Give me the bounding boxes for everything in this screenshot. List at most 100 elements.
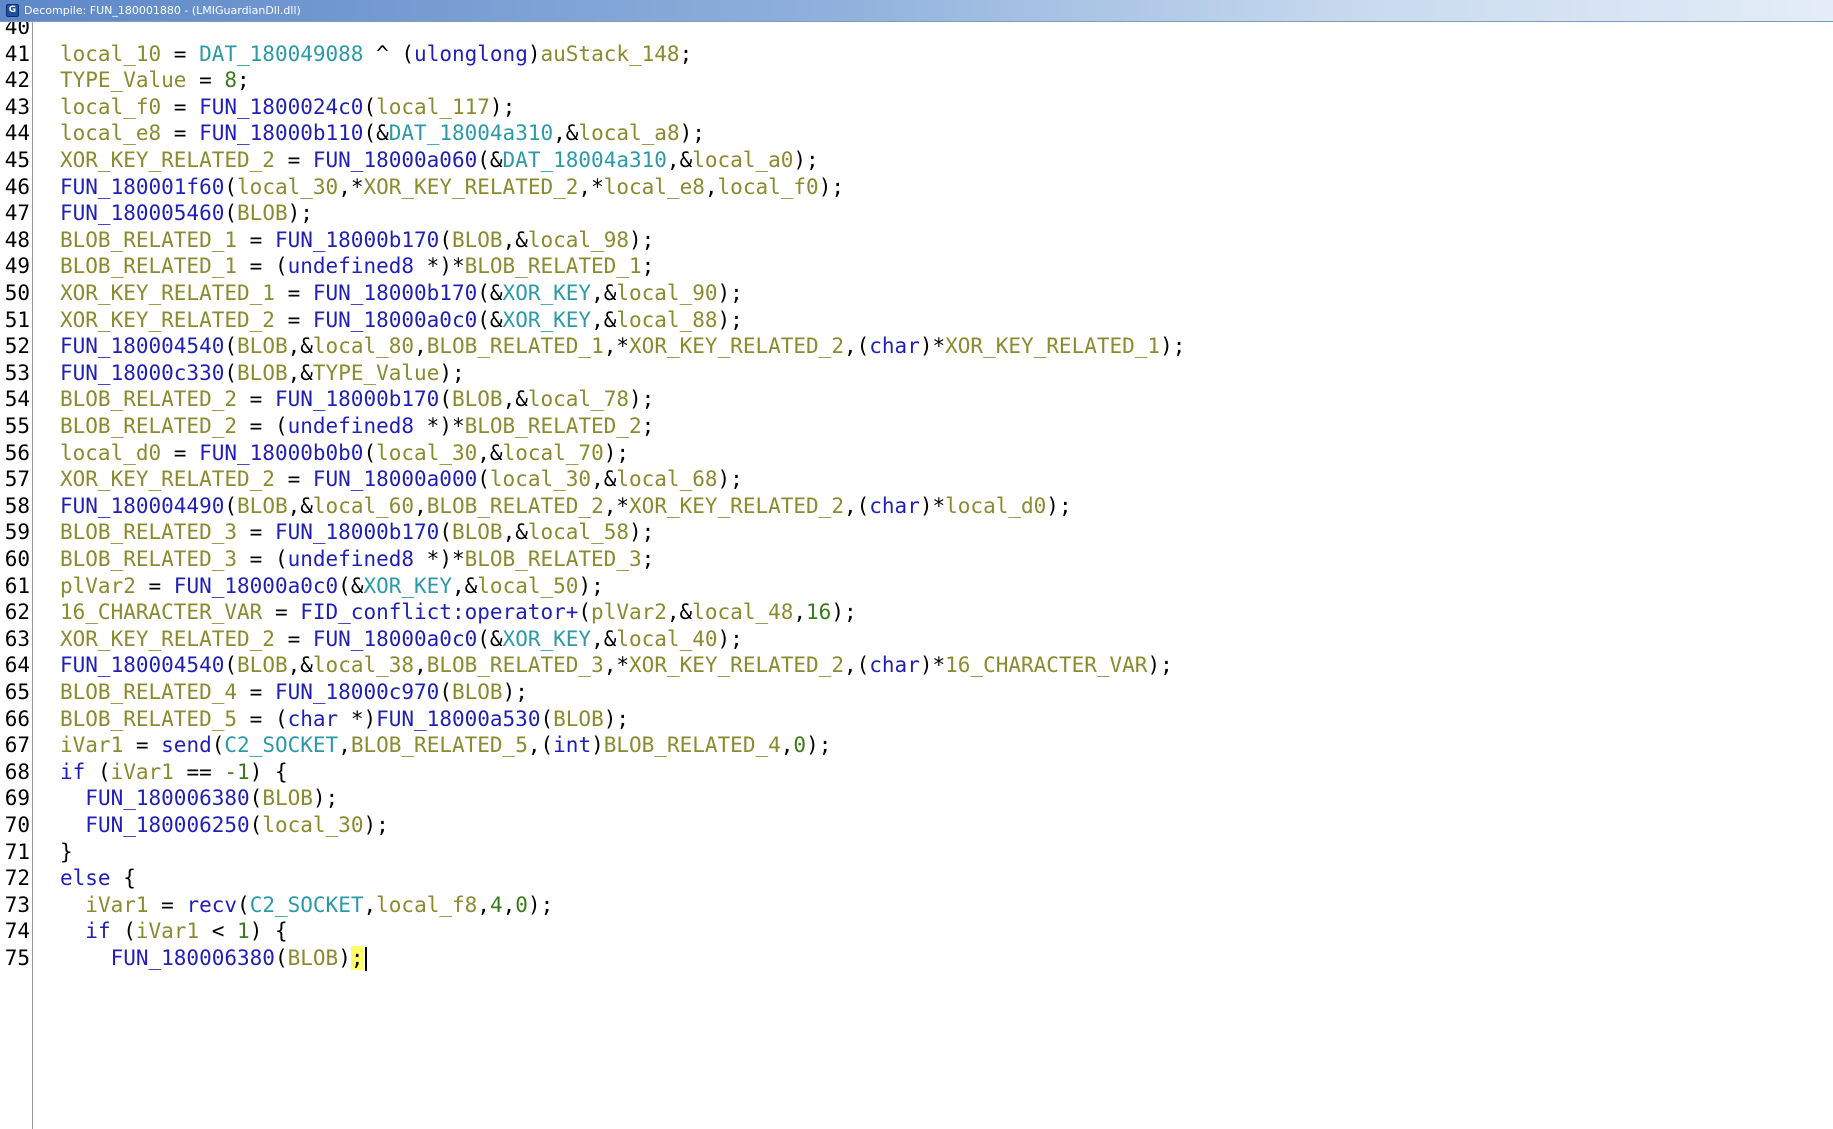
code-token: =	[274, 467, 313, 492]
code-token: BLOB_RELATED_5	[60, 706, 238, 731]
code-token: local_117	[376, 94, 490, 119]
code-token: BLOB_RELATED_2	[464, 414, 642, 438]
code-token: XOR_KEY	[502, 626, 592, 651]
code-token: ,&	[553, 121, 579, 146]
code-token: );	[603, 706, 630, 731]
code-token: =	[148, 892, 187, 917]
code-token: local_30	[489, 467, 592, 492]
code-token: );	[1160, 334, 1186, 359]
code-token: *)*	[414, 254, 465, 279]
code-token: BLOB_RELATED_5	[350, 733, 528, 758]
code-token: 1	[237, 919, 250, 944]
code-token: FUN_18000b0b0	[199, 440, 364, 465]
code-token: ,(	[527, 733, 554, 758]
code-token: (&	[477, 626, 503, 651]
code-token: ,	[793, 600, 807, 625]
code-text[interactable]: FUN_180006380(BLOB);	[60, 943, 367, 974]
code-token: local_98	[527, 227, 630, 252]
code-token: local_70	[502, 440, 604, 465]
code-token: (	[85, 759, 111, 784]
code-token: local_30	[237, 174, 339, 199]
code-token: BLOB	[553, 706, 604, 731]
code-token: );	[439, 360, 465, 385]
code-token: send	[161, 733, 212, 758]
code-token: FUN_180004490	[60, 493, 225, 518]
code-token: local_40	[616, 626, 718, 651]
code-token: (&	[477, 148, 503, 172]
ghidra-app-icon: G	[6, 4, 19, 17]
code-token: ,&	[287, 493, 313, 518]
code-token: BLOB_RELATED_1	[60, 254, 238, 279]
code-token: if	[60, 759, 86, 784]
code-token: 16	[806, 600, 832, 625]
code-token: <	[199, 919, 238, 944]
code-token: );	[1046, 493, 1072, 518]
code-token: 0	[515, 892, 528, 917]
code-token: XOR_KEY_RELATED_2	[60, 148, 275, 172]
code-token: *)*	[414, 414, 465, 438]
line-number: 75	[4, 946, 30, 970]
code-token: BLOB_RELATED_4	[60, 680, 238, 704]
code-token: ,(	[843, 334, 870, 359]
decompiler-code-view[interactable]: 40 41 local_10 = DAT_180049088 ^ (ulonglon…	[0, 22, 1833, 1129]
code-token: XOR_KEY_RELATED_2	[60, 467, 275, 492]
code-token: FUN_180004540	[60, 653, 225, 678]
code-token: (	[249, 786, 263, 811]
code-token: ,&	[502, 227, 528, 252]
code-token: FUN_18000c970	[274, 680, 440, 704]
code-token: TYPE_Value	[60, 68, 187, 93]
code-token: ,	[338, 733, 351, 758]
code-token: -1	[224, 759, 250, 784]
code-token: BLOB_RELATED_2	[426, 493, 604, 518]
code-token: else	[60, 866, 111, 891]
code-token: local_90	[616, 281, 718, 305]
code-token: BLOB	[451, 387, 503, 412]
code-token: char	[287, 706, 339, 731]
code-token: )	[591, 733, 604, 758]
code-token: ,	[477, 892, 490, 917]
code-token: XOR_KEY	[502, 281, 592, 305]
code-token: FUN_180005460	[60, 201, 225, 226]
code-token: ,	[704, 174, 718, 199]
code-token: BLOB	[237, 360, 288, 385]
code-token: (&	[477, 281, 503, 305]
code-line[interactable]: 75 FUN_180006380(BLOB);	[0, 943, 1833, 974]
code-token: FUN_180006380	[110, 946, 275, 970]
code-token: (	[274, 946, 288, 970]
code-token: (	[363, 94, 377, 119]
code-token: );	[679, 121, 705, 146]
code-token: FUN_180006380	[85, 786, 250, 811]
code-token: ,&	[666, 600, 693, 625]
code-token: BLOB_RELATED_3	[60, 547, 238, 571]
code-token: TYPE_Value	[312, 360, 440, 385]
code-token: ,	[414, 334, 427, 359]
code-token: 8	[224, 68, 238, 93]
code-token: ;	[641, 414, 655, 438]
code-token: FUN_180006250	[85, 813, 250, 837]
code-token: ;	[641, 547, 655, 571]
code-token: ,&	[287, 653, 313, 678]
code-token: local_38	[312, 653, 415, 678]
code-token: FUN_18000a530	[376, 706, 541, 731]
code-token: );	[603, 440, 630, 465]
code-token: (	[224, 334, 238, 359]
code-token: =	[161, 121, 200, 146]
code-token: BLOB_RELATED_4	[603, 733, 781, 758]
code-token: ;	[237, 68, 250, 93]
code-token: (	[439, 520, 452, 545]
code-token: local_48	[692, 600, 794, 625]
code-token: undefined8	[287, 414, 415, 438]
code-token: (	[249, 813, 263, 837]
code-token: ,&	[591, 307, 617, 332]
code-token: local_30	[376, 440, 478, 465]
code-token: ,*	[578, 174, 604, 199]
code-token: (	[211, 733, 225, 758]
code-token: ;	[350, 946, 364, 970]
code-token: ,	[363, 892, 377, 917]
code-token: =	[274, 281, 313, 305]
code-token: (	[578, 600, 592, 625]
code-token: FUN_18000a000	[312, 467, 478, 492]
code-token: int	[553, 733, 592, 758]
code-token: )*	[919, 653, 946, 678]
